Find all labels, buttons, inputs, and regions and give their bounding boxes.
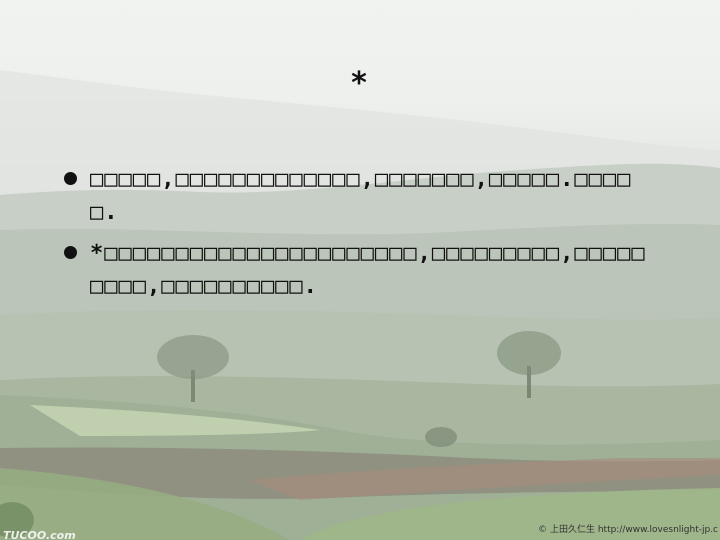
photo-credit: © 上田久仁生 http://www.lovesnlight-jp.c (538, 525, 718, 535)
bullet-item: *□□□□□□□□□□□□□□□□□□□□□□,□□□□□□□□□,□□□□□□… (62, 237, 652, 303)
bullet-list: □□□□□,□□□□□□□□□□□□□,□□□□□□□,□□□□□.□□□□□.… (62, 163, 652, 311)
bullet-item: □□□□□,□□□□□□□□□□□□□,□□□□□□□,□□□□□.□□□□□. (62, 163, 652, 229)
bullet-text: *□□□□□□□□□□□□□□□□□□□□□□,□□□□□□□□□,□□□□□□… (90, 241, 646, 299)
bullet-dot-icon (64, 246, 77, 259)
slide: * □□□□□,□□□□□□□□□□□□□,□□□□□□□,□□□□□.□□□□… (0, 0, 720, 540)
bullet-dot-icon (64, 172, 77, 185)
bullet-text: □□□□□,□□□□□□□□□□□□□,□□□□□□□,□□□□□.□□□□□. (90, 167, 632, 225)
watermark-logo: TUCOO.com (3, 529, 76, 540)
slide-title: * (349, 66, 371, 101)
